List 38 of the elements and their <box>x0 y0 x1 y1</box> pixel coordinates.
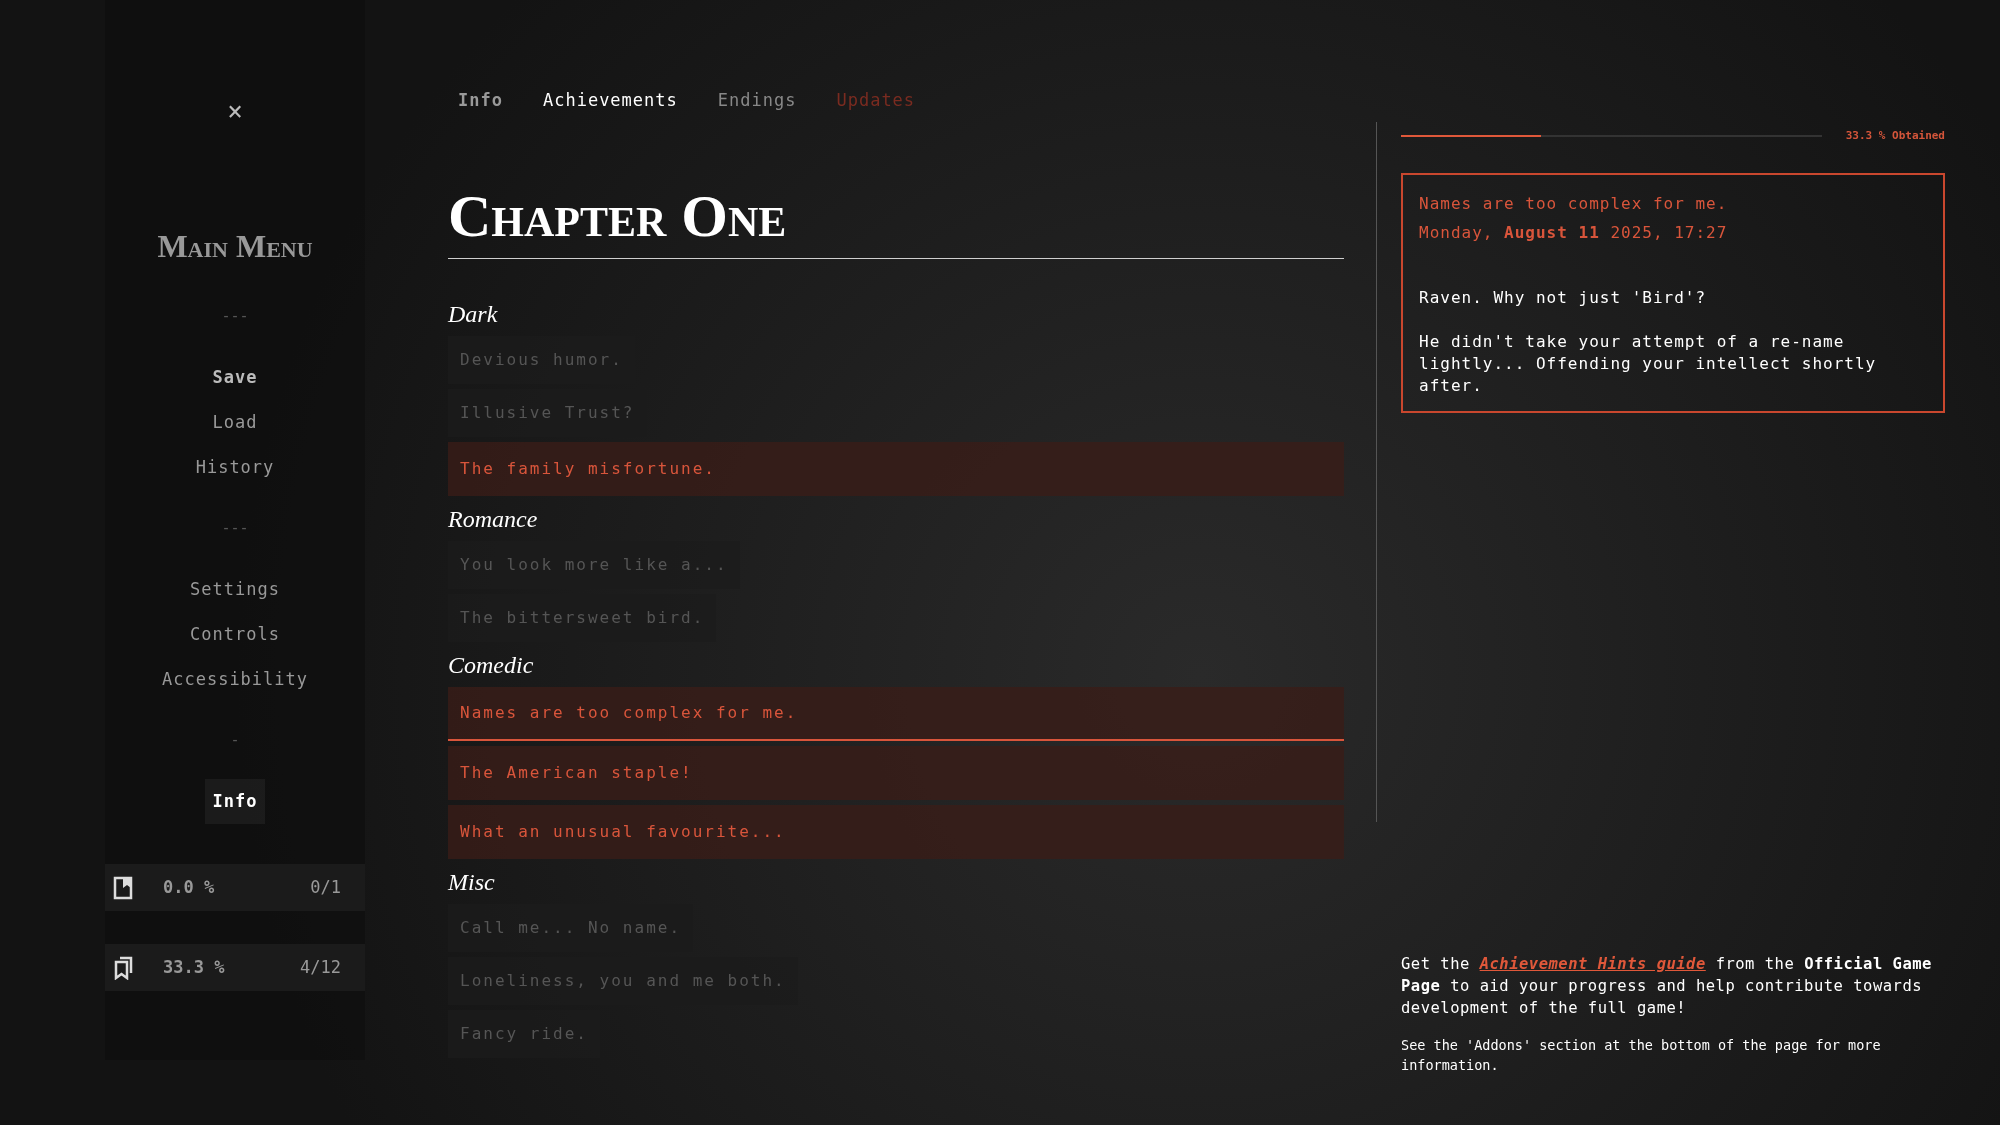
detail-title: Names are too complex for me. <box>1419 192 1729 215</box>
menu-item[interactable]: Load <box>212 400 258 445</box>
close-button[interactable]: × <box>227 98 243 124</box>
section-heading: Misc <box>448 867 496 897</box>
progress-label: 33.3 % Obtained <box>1845 128 1945 144</box>
tab[interactable]: Endings <box>717 88 797 114</box>
detail-date: Monday, August 11 2025, 17:27 <box>1419 221 1729 244</box>
percent-text: 0.0 % <box>163 875 216 899</box>
count-text: 0/1 <box>310 875 341 899</box>
percent-text: 33.3 % <box>163 955 226 979</box>
section-heading: Romance <box>448 504 539 534</box>
separator-text: --- <box>221 518 249 539</box>
section-heading: Comedic <box>448 650 535 680</box>
menu-item[interactable]: Controls <box>190 612 280 657</box>
menu-item[interactable]: Settings <box>190 567 280 612</box>
page-icon <box>113 875 133 900</box>
count-text: 4/12 <box>300 955 341 979</box>
menu-item[interactable]: Info <box>204 779 266 824</box>
detail-text: He didn't take your attempt of a re-name lightly... Offending your intellect shortly after. <box>1419 330 1878 397</box>
bookmarks-icon <box>113 955 133 980</box>
menu-item[interactable]: History <box>195 445 275 490</box>
tab[interactable]: Info <box>458 88 503 114</box>
footer-text: Get the Achievement Hints guide from the Official Game Page to aid your progress and help contribute towards development of the full game! <box>1401 953 1933 1019</box>
achievement-item[interactable]: What an unusual favourite... <box>448 804 1344 859</box>
chapter-title: Chapter One <box>448 183 788 248</box>
section-heading: Dark <box>448 299 499 329</box>
guide-link[interactable]: Achievement Hints guide <box>1479 954 1706 973</box>
separator-text: --- <box>221 306 249 327</box>
achievement-item[interactable]: Names are too complex for me. <box>448 686 1344 741</box>
menu-item[interactable]: Save <box>212 355 258 400</box>
achievement-item[interactable]: The American staple! <box>448 745 1344 800</box>
footer-note: See the 'Addons' section at the bottom of the page for more information. <box>1401 1035 1882 1075</box>
menu-item[interactable]: Accessibility <box>161 657 309 702</box>
tab[interactable]: Achievements <box>542 88 678 114</box>
separator-text: - <box>230 730 240 751</box>
achievement-item[interactable]: The family misfortune. <box>448 441 1344 496</box>
menu-title: Main Menu <box>157 227 313 266</box>
detail-text: Raven. Why not just 'Bird'? <box>1419 286 1708 309</box>
